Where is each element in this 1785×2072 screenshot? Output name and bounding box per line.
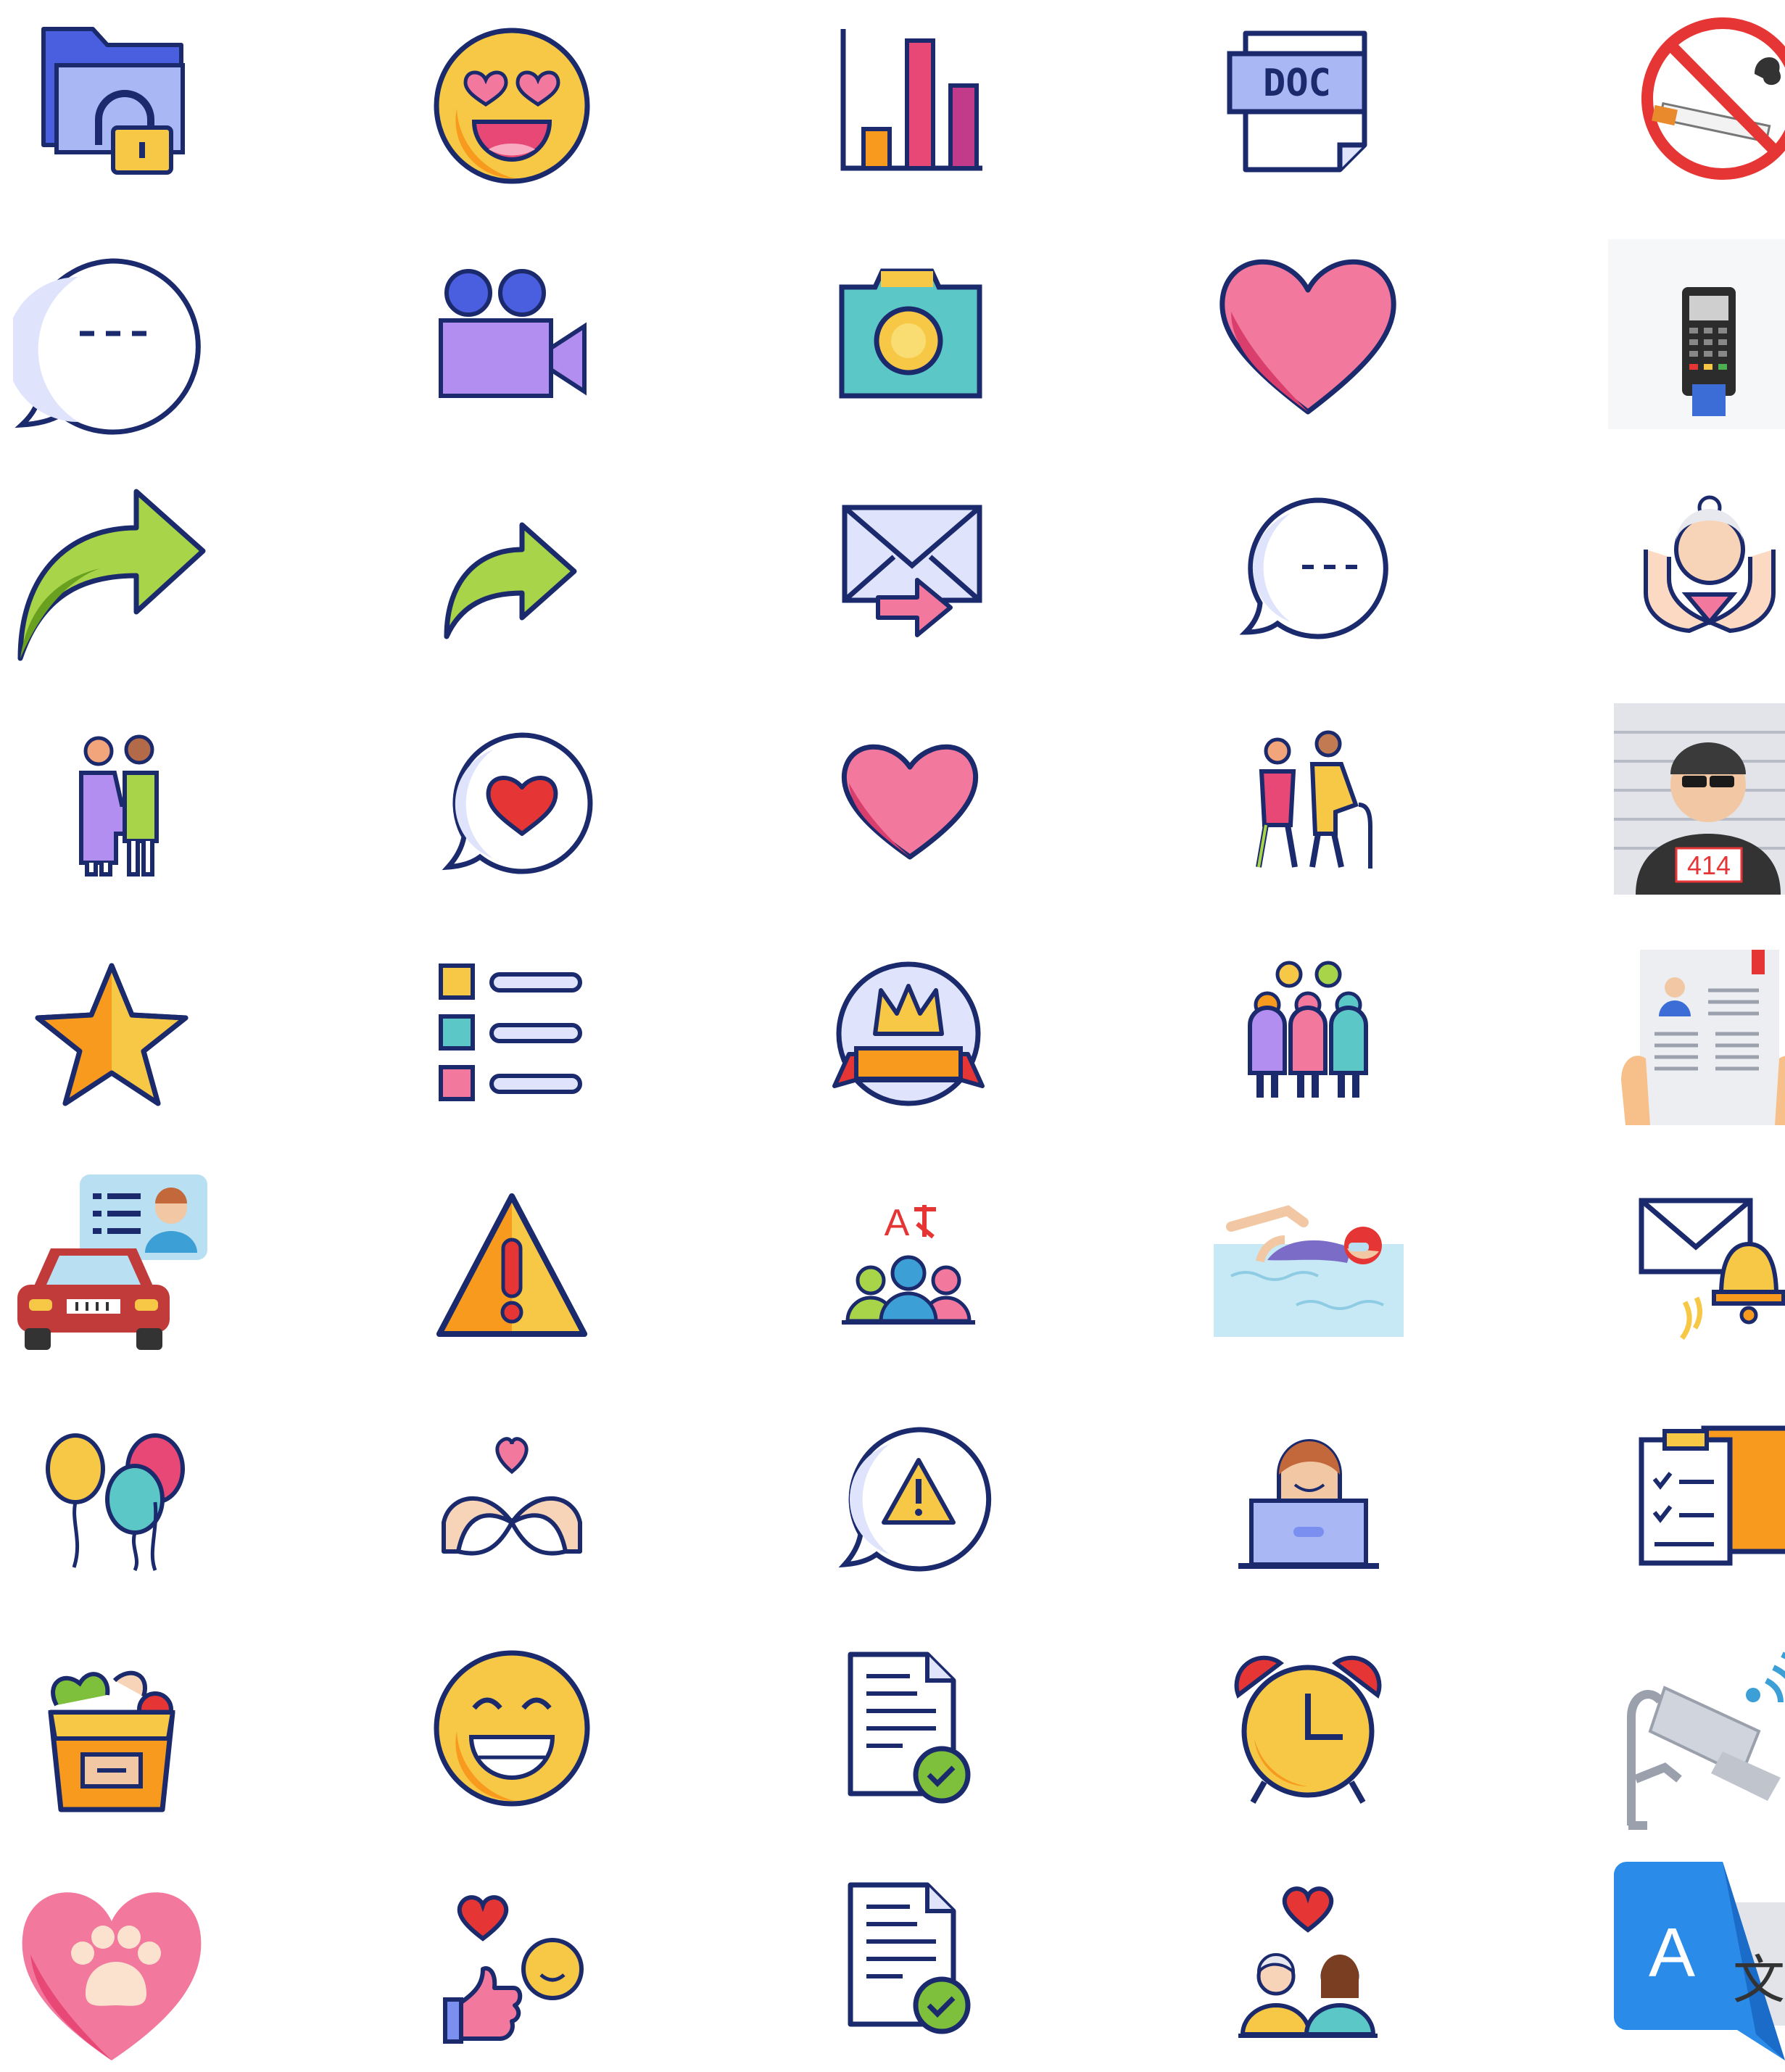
grocery-bag-icon	[13, 1630, 210, 1841]
clipboard-checklist-icon	[1624, 1399, 1785, 1611]
security-camera-wifi-icon	[1614, 1630, 1785, 1841]
heart-hands-icon	[413, 1399, 610, 1611]
translate-char: 文	[1733, 1949, 1785, 2010]
no-smoking-icon	[1624, 7, 1785, 219]
translate-letter: A	[1649, 1914, 1695, 1992]
share-arrow-small-icon	[413, 470, 610, 681]
bar-chart-icon	[808, 7, 1006, 219]
warning-triangle-icon	[413, 1167, 610, 1379]
document-check-icon	[808, 1860, 1006, 2072]
translation-letter: A	[885, 1202, 910, 1244]
swimmer-icon	[1209, 1167, 1407, 1379]
crown-badge-icon	[808, 935, 1006, 1147]
star-icon	[13, 935, 210, 1147]
folder-lock-icon	[13, 7, 210, 219]
camera-icon	[808, 239, 1006, 451]
doc-label: DOC	[1263, 62, 1331, 105]
mugshot-number: 414	[1687, 850, 1731, 880]
doc-file-icon: DOC	[1209, 7, 1407, 219]
laptop-user-icon	[1209, 1399, 1407, 1611]
translation-group-icon: A	[808, 1167, 1006, 1379]
walking-elderly-icon	[1209, 703, 1407, 915]
translate-app-icon: A 文	[1614, 1860, 1785, 2072]
group-people-icon	[1209, 935, 1407, 1147]
icon-grid: DOC 414 A A 文	[0, 0, 1785, 2062]
heart-eyes-emoji-icon	[413, 7, 610, 219]
chat-heart-icon	[413, 703, 610, 915]
card-payment-terminal-icon	[1608, 239, 1785, 451]
driver-license-car-icon	[13, 1167, 210, 1379]
heart-icon	[1209, 239, 1407, 451]
balloons-icon	[13, 1399, 210, 1611]
checklist-icon	[413, 935, 610, 1147]
like-smile-heart-icon	[413, 1860, 610, 2072]
heart-small-icon	[808, 703, 1006, 915]
chat-warning-icon	[808, 1399, 1006, 1611]
helping-elderly-icon	[29, 703, 226, 915]
newspaper-profile-icon	[1614, 935, 1785, 1147]
elderly-care-hands-icon	[1624, 470, 1785, 681]
video-camera-icon	[413, 239, 610, 451]
alarm-clock-icon	[1209, 1630, 1407, 1841]
pet-paw-heart-icon	[13, 1860, 210, 2072]
speech-bubble-dots-icon	[13, 239, 210, 451]
share-arrow-large-icon	[13, 470, 210, 681]
smile-emoji-icon	[413, 1630, 610, 1841]
couple-love-icon	[1209, 1860, 1407, 2072]
document-approved-icon	[808, 1630, 1006, 1841]
mugshot-criminal-icon: 414	[1614, 703, 1785, 915]
chat-dots-icon	[1209, 470, 1407, 681]
mail-notification-bell-icon	[1624, 1167, 1785, 1379]
forward-mail-icon	[808, 470, 1006, 681]
